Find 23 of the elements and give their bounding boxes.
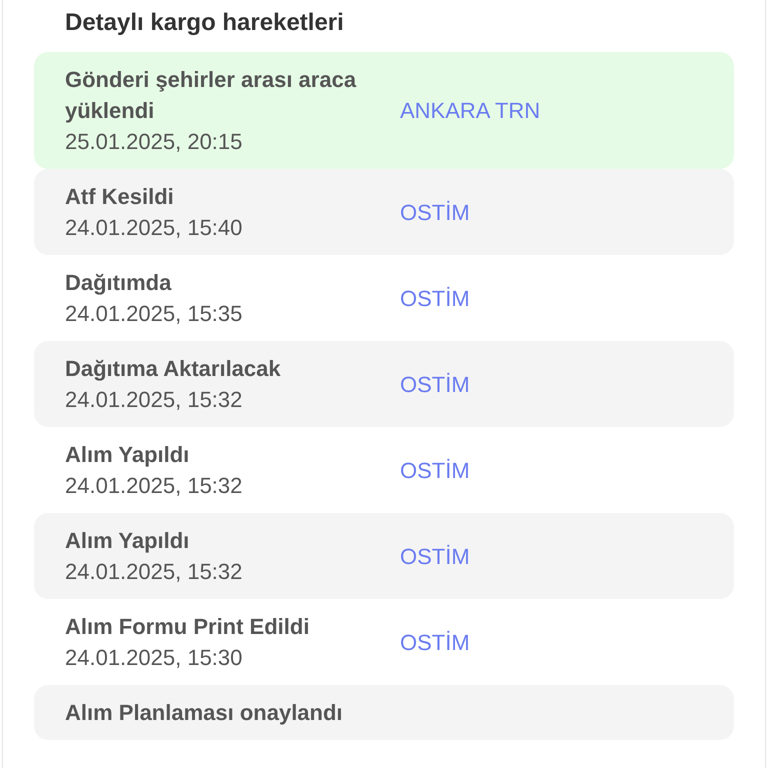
location-text: ANKARA TRN: [400, 97, 542, 125]
status-text: Alım Yapıldı: [65, 441, 190, 469]
status-text: Dağıtıma Aktarılacak: [65, 355, 282, 383]
location-text: OSTİM: [400, 370, 471, 398]
location-text: OSTİM: [400, 456, 471, 484]
time-text: 25.01.2025, 20:15: [65, 128, 244, 156]
location-text: OSTİM: [400, 198, 471, 226]
status-text: Alım Yapıldı: [65, 527, 190, 555]
time-text: 24.01.2025, 15:32: [65, 386, 244, 414]
time-text: 24.01.2025, 15:35: [65, 300, 244, 328]
location-text: OSTİM: [400, 542, 471, 570]
status-text: Atf Kesildi: [65, 183, 175, 211]
section-heading: Detaylı kargo hareketleri: [65, 8, 345, 38]
status-text: Alım Planlaması onaylandı: [65, 699, 344, 727]
time-text: 24.01.2025, 15:32: [65, 472, 244, 500]
time-text: 24.01.2025, 15:32: [65, 558, 244, 586]
status-text: Gönderi şehirler arası araca yüklendi: [65, 66, 358, 125]
time-text: 24.01.2025, 15:30: [65, 644, 244, 672]
time-text: 24.01.2025, 15:40: [65, 214, 244, 242]
status-text: Alım Formu Print Edildi: [65, 613, 310, 641]
location-text: OSTİM: [400, 284, 471, 312]
status-text: Dağıtımda: [65, 269, 172, 297]
location-text: OSTİM: [400, 628, 471, 656]
